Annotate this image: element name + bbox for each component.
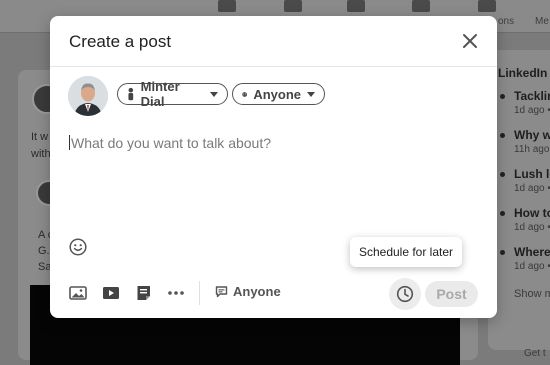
document-icon: [137, 286, 150, 300]
schedule-tooltip: Schedule for later: [350, 237, 462, 267]
text-cursor: [69, 135, 70, 150]
add-photo-button[interactable]: [69, 285, 87, 301]
nav-label-me: Me: [535, 16, 549, 27]
background-feed-text: G.: [38, 245, 50, 257]
background-feed-text: It w: [31, 131, 49, 143]
author-selector[interactable]: Minter Dial: [117, 79, 228, 109]
network-icon: [284, 0, 302, 12]
add-video-button[interactable]: [102, 285, 120, 301]
news-item-meta: 1d ago •: [514, 183, 550, 194]
close-icon: [463, 34, 477, 48]
jobs-icon: [347, 0, 365, 12]
news-bullet: [500, 94, 505, 99]
globe-icon: [242, 91, 248, 97]
news-bullet: [500, 133, 505, 138]
create-post-dialog: Create a post Minter Dial Anyone What do…: [50, 16, 497, 318]
more-options-button[interactable]: [167, 285, 185, 301]
add-document-button[interactable]: [135, 285, 153, 301]
schedule-button[interactable]: [389, 278, 421, 310]
messaging-icon: [412, 0, 430, 12]
news-item-title: Where: [514, 245, 550, 259]
video-icon: [103, 287, 119, 299]
emoji-icon: [69, 238, 87, 256]
news-item-meta: 1d ago •: [514, 261, 550, 272]
nav-label-notifications: ons: [498, 16, 515, 27]
news-item-meta: 1d ago •: [514, 105, 550, 116]
home-icon: [218, 0, 236, 12]
news-item-title: Tacklin: [514, 89, 550, 103]
dialog-title: Create a post: [69, 32, 172, 51]
news-bullet: [500, 172, 505, 177]
comment-control-button[interactable]: Anyone: [215, 284, 281, 299]
news-item-title: Why w: [514, 128, 550, 142]
clock-icon: [396, 285, 414, 303]
post-placeholder: What do you want to talk about?: [71, 135, 272, 151]
person-icon: [128, 87, 134, 101]
close-button[interactable]: [459, 30, 481, 52]
footer-text: Get t: [524, 348, 546, 359]
news-title: LinkedIn: [498, 66, 548, 80]
visibility-selector[interactable]: Anyone: [232, 83, 325, 105]
news-item-title: How to: [514, 206, 550, 220]
author-avatar: [68, 76, 108, 116]
notifications-icon: [478, 0, 496, 12]
comment-control-label: Anyone: [233, 284, 281, 299]
more-icon: [168, 291, 184, 295]
news-bullet: [500, 250, 505, 255]
post-button[interactable]: Post: [425, 281, 478, 307]
chevron-down-icon: [210, 91, 218, 97]
news-item-meta: 11h ago: [514, 144, 550, 155]
comment-icon: [215, 286, 228, 298]
news-bullet: [500, 211, 505, 216]
news-item-title: Lush le: [514, 167, 550, 181]
post-text-input[interactable]: What do you want to talk about?: [69, 135, 271, 151]
author-name: Minter Dial: [140, 79, 180, 109]
photo-icon: [69, 286, 87, 300]
emoji-button[interactable]: [69, 238, 87, 256]
news-show-more: Show m: [514, 288, 550, 300]
chevron-down-icon: [307, 91, 315, 97]
dialog-header: Create a post: [50, 16, 497, 67]
toolbar-divider: [199, 281, 200, 305]
background-feed-text: with: [31, 148, 51, 160]
news-item-meta: 1d ago •: [514, 222, 550, 233]
visibility-label: Anyone: [253, 86, 301, 102]
